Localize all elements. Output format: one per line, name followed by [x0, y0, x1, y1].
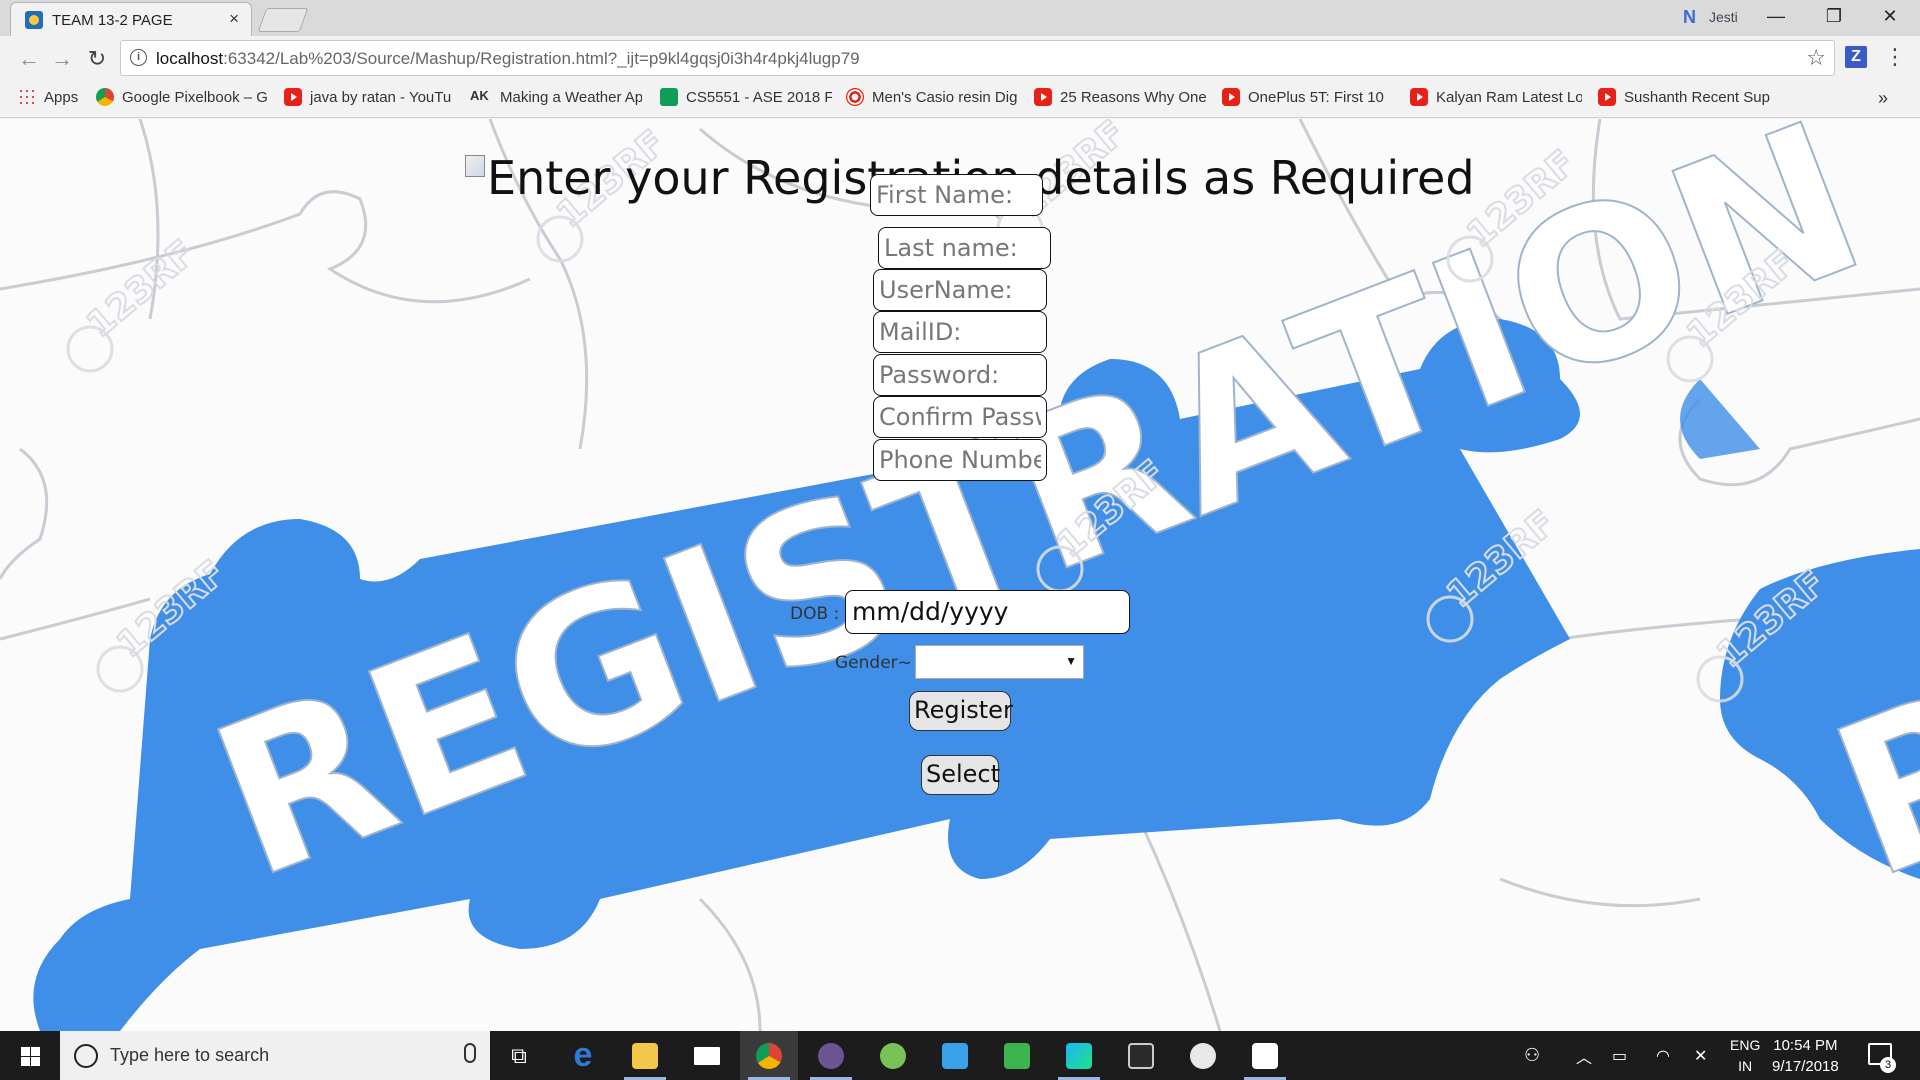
url-text: localhost:63342/Lab%203/Source/Mashup/Re… — [156, 49, 860, 68]
chrome-taskbar-icon[interactable] — [740, 1031, 798, 1080]
chrome-icon — [96, 88, 114, 106]
people-icon[interactable]: ⚇ — [1524, 1031, 1540, 1080]
tab-favicon-icon — [25, 11, 43, 29]
profile-name: Jesti — [1709, 9, 1738, 25]
broken-image-icon — [465, 155, 485, 177]
profile-button[interactable]: N Jesti — [1683, 7, 1738, 27]
bookmark-item[interactable]: Men's Casio resin Dig — [846, 88, 1018, 106]
wifi-icon[interactable]: ◠ — [1656, 1031, 1670, 1080]
bookmark-item[interactable]: AK Making a Weather Ap — [470, 88, 642, 106]
browser-tab[interactable]: TEAM 13-2 PAGE × — [10, 2, 252, 36]
kebab-menu-icon[interactable]: ⋮ — [1884, 44, 1906, 70]
android-studio-icon[interactable] — [864, 1031, 922, 1080]
system-clock[interactable]: 10:54 PM 9/17/2018 — [1772, 1035, 1839, 1077]
youtube-icon — [1410, 88, 1428, 106]
app-bracket-icon[interactable] — [926, 1031, 984, 1080]
youtube-icon — [1222, 88, 1240, 106]
bookmarks-overflow-icon[interactable]: » — [1878, 88, 1888, 109]
cortana-icon — [74, 1044, 98, 1068]
terminal-icon[interactable] — [1112, 1031, 1170, 1080]
battery-icon[interactable]: ▭ — [1612, 1031, 1627, 1080]
dob-label: DOB : — [790, 604, 840, 624]
paint-icon[interactable] — [1174, 1031, 1232, 1080]
webstorm-icon[interactable] — [1050, 1031, 1108, 1080]
photos-icon[interactable] — [1236, 1031, 1294, 1080]
info-icon[interactable]: i — [130, 49, 147, 66]
forward-arrow-icon[interactable]: → — [47, 44, 77, 74]
notification-count-badge: 3 — [1880, 1057, 1896, 1073]
target-icon — [846, 88, 864, 106]
search-placeholder: Type here to search — [110, 1045, 270, 1065]
username-input[interactable] — [873, 269, 1047, 311]
windows-logo-icon — [21, 1047, 40, 1066]
reload-icon[interactable]: ↻ — [82, 44, 112, 74]
mail-icon[interactable] — [678, 1031, 736, 1080]
close-window-button[interactable]: ✕ — [1862, 0, 1918, 32]
bookmark-item[interactable]: Kalyan Ram Latest Lo — [1410, 88, 1582, 106]
home-app-icon[interactable] — [988, 1031, 1046, 1080]
apps-grid-icon — [18, 88, 36, 106]
input-language[interactable]: ENG IN — [1730, 1035, 1760, 1077]
page-viewport: REGISTRATION REGISTRATION 123RF 123RF 12… — [0, 119, 1920, 1031]
taskbar-search-box[interactable]: Type here to search — [60, 1031, 490, 1080]
gender-select[interactable]: ▼ — [915, 645, 1084, 679]
microphone-icon[interactable] — [464, 1043, 476, 1063]
show-hidden-icons-icon[interactable]: ︿ — [1576, 1031, 1592, 1080]
start-button[interactable] — [0, 1031, 60, 1080]
ak-icon: AK — [470, 88, 489, 103]
volume-muted-icon[interactable]: ✕ — [1694, 1031, 1707, 1080]
back-arrow-icon[interactable]: ← — [14, 44, 44, 74]
select-button[interactable]: Select — [921, 755, 1000, 795]
screen: TEAM 13-2 PAGE × N Jesti — ❐ ✕ ← → ↻ i l… — [0, 0, 1920, 1080]
github-icon[interactable] — [802, 1031, 860, 1080]
bookmark-item[interactable]: OnePlus 5T: First 10 — [1222, 88, 1392, 106]
password-input[interactable] — [873, 354, 1047, 396]
task-view-icon[interactable]: ⧉ — [490, 1031, 548, 1080]
tab-title: TEAM 13-2 PAGE — [52, 12, 173, 29]
windows-taskbar: Type here to search ⧉ e ⚇ ︿ ▭ ◠ ✕ ENG IN… — [0, 1031, 1920, 1080]
first-name-input[interactable] — [870, 174, 1043, 216]
bookmark-item[interactable]: Sushanth Recent Sup — [1598, 88, 1770, 106]
tab-close-icon[interactable]: × — [229, 9, 239, 29]
sheets-icon — [660, 88, 678, 106]
file-explorer-icon[interactable] — [616, 1031, 674, 1080]
edge-icon[interactable]: e — [554, 1031, 612, 1080]
confirm-password-input[interactable] — [873, 396, 1047, 438]
tab-strip: TEAM 13-2 PAGE × N Jesti — ❐ ✕ — [0, 0, 1920, 36]
address-bar[interactable]: i localhost:63342/Lab%203/Source/Mashup/… — [120, 40, 1835, 76]
mail-input[interactable] — [873, 311, 1047, 353]
dropdown-arrow-icon: ▼ — [1065, 654, 1077, 668]
last-name-input[interactable] — [878, 227, 1051, 269]
phone-input[interactable] — [873, 439, 1047, 481]
maximize-button[interactable]: ❐ — [1806, 0, 1862, 32]
bookmark-item[interactable]: 25 Reasons Why One — [1034, 88, 1206, 106]
bookmark-item[interactable]: CS5551 - ASE 2018 F — [660, 88, 832, 106]
profile-logo-icon: N — [1683, 7, 1696, 27]
bookmark-item[interactable]: Google Pixelbook – G — [96, 88, 270, 106]
dob-input[interactable]: mm/dd/yyyy — [845, 590, 1130, 634]
bookmark-item[interactable]: java by ratan - YouTu — [284, 88, 456, 106]
extension-z-icon[interactable]: Z — [1845, 46, 1867, 68]
bookmark-item[interactable]: Apps — [18, 88, 84, 106]
youtube-icon — [1034, 88, 1052, 106]
register-button[interactable]: Register — [909, 691, 1013, 731]
gender-label: Gender~ — [835, 653, 912, 673]
browser-toolbar: ← → ↻ i localhost:63342/Lab%203/Source/M… — [0, 36, 1920, 82]
new-tab-button[interactable] — [257, 8, 309, 32]
youtube-icon — [284, 88, 302, 106]
minimize-button[interactable]: — — [1748, 0, 1804, 32]
bookmarks-bar: Apps Google Pixelbook – G java by ratan … — [0, 82, 1920, 118]
bookmark-star-icon[interactable]: ☆ — [1806, 45, 1826, 71]
youtube-icon — [1598, 88, 1616, 106]
